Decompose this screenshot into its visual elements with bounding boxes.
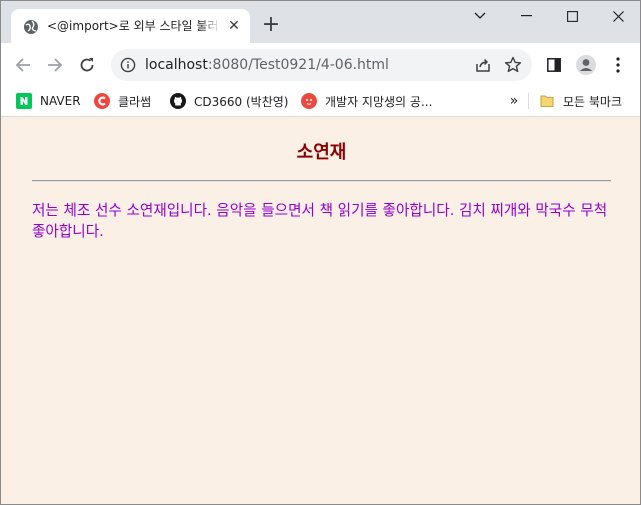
bookmark-label: CD3660 (박찬영): [194, 94, 289, 109]
browser-window: <@import>로 외부 스타일 불러 ✕ + localhost:8080/…: [0, 0, 641, 505]
bookmark-label: NAVER: [40, 94, 81, 108]
close-tab-icon[interactable]: ✕: [226, 18, 242, 34]
tab-title: <@import>로 외부 스타일 불러: [47, 19, 219, 33]
url-text[interactable]: localhost:8080/Test0921/4-06.html: [145, 49, 389, 81]
horizontal-rule: [32, 180, 611, 182]
ghost-icon: [301, 93, 317, 109]
forward-button[interactable]: [41, 51, 69, 79]
github-icon: [170, 93, 186, 109]
arrow-right-icon: [48, 58, 63, 72]
bookmark-classum[interactable]: 클라썸: [94, 87, 151, 115]
naver-icon: [16, 93, 32, 109]
folder-icon: [540, 95, 554, 107]
reload-button[interactable]: [73, 51, 101, 79]
share-icon[interactable]: [473, 55, 493, 75]
page-heading: 소연재: [296, 142, 347, 163]
bookmark-label: 클라썸: [118, 94, 152, 109]
address-bar[interactable]: localhost:8080/Test0921/4-06.html: [111, 49, 532, 81]
reload-icon: [80, 58, 94, 72]
maximize-icon[interactable]: [549, 1, 595, 31]
more-bookmarks-button[interactable]: »: [505, 91, 523, 111]
bookmark-dev-blog[interactable]: 개발자 지망생의 공...: [301, 87, 432, 115]
kebab-menu-icon[interactable]: [608, 55, 628, 75]
new-tab-button[interactable]: +: [259, 14, 283, 38]
bookmarks-separator: [528, 93, 529, 109]
bookmarks-bar: NAVER 클라썸 CD3660 (박찬영) 개발자 지망생의 공... » 모…: [1, 87, 640, 117]
globe-icon: [24, 20, 38, 34]
all-bookmarks-label: 모든 북마크: [563, 94, 623, 109]
toolbar: localhost:8080/Test0921/4-06.html: [1, 43, 640, 87]
side-panel-icon[interactable]: [544, 55, 564, 75]
tab-strip: <@import>로 외부 스타일 불러 ✕ +: [1, 1, 640, 43]
arrow-left-icon: [15, 58, 30, 72]
all-bookmarks-folder[interactable]: 모든 북마크: [539, 87, 622, 115]
url-path: :8080/Test0921/4-06.html: [207, 57, 389, 73]
star-icon[interactable]: [503, 55, 523, 75]
minimize-icon[interactable]: [503, 1, 549, 31]
tab-search-chevron-icon[interactable]: [457, 1, 503, 31]
bookmark-naver[interactable]: NAVER: [16, 87, 81, 115]
url-host: localhost: [145, 57, 208, 73]
page-content: 소연재 저는 체조 선수 소연재입니다. 음악을 들으면서 책 읽기를 좋아합니…: [1, 118, 640, 504]
window-close-icon[interactable]: [595, 1, 640, 31]
active-tab[interactable]: <@import>로 외부 스타일 불러 ✕: [11, 9, 250, 43]
profile-avatar-icon[interactable]: [576, 55, 596, 75]
back-button[interactable]: [9, 51, 37, 79]
info-icon[interactable]: [120, 57, 136, 73]
classum-icon: [94, 93, 110, 109]
tab-title-fade: [200, 9, 220, 43]
bookmark-label: 개발자 지망생의 공...: [325, 94, 433, 109]
intro-paragraph: 저는 체조 선수 소연재입니다. 음악을 들으면서 책 읽기를 좋아합니다. 김…: [32, 202, 608, 240]
bookmark-github[interactable]: CD3660 (박찬영): [170, 87, 288, 115]
